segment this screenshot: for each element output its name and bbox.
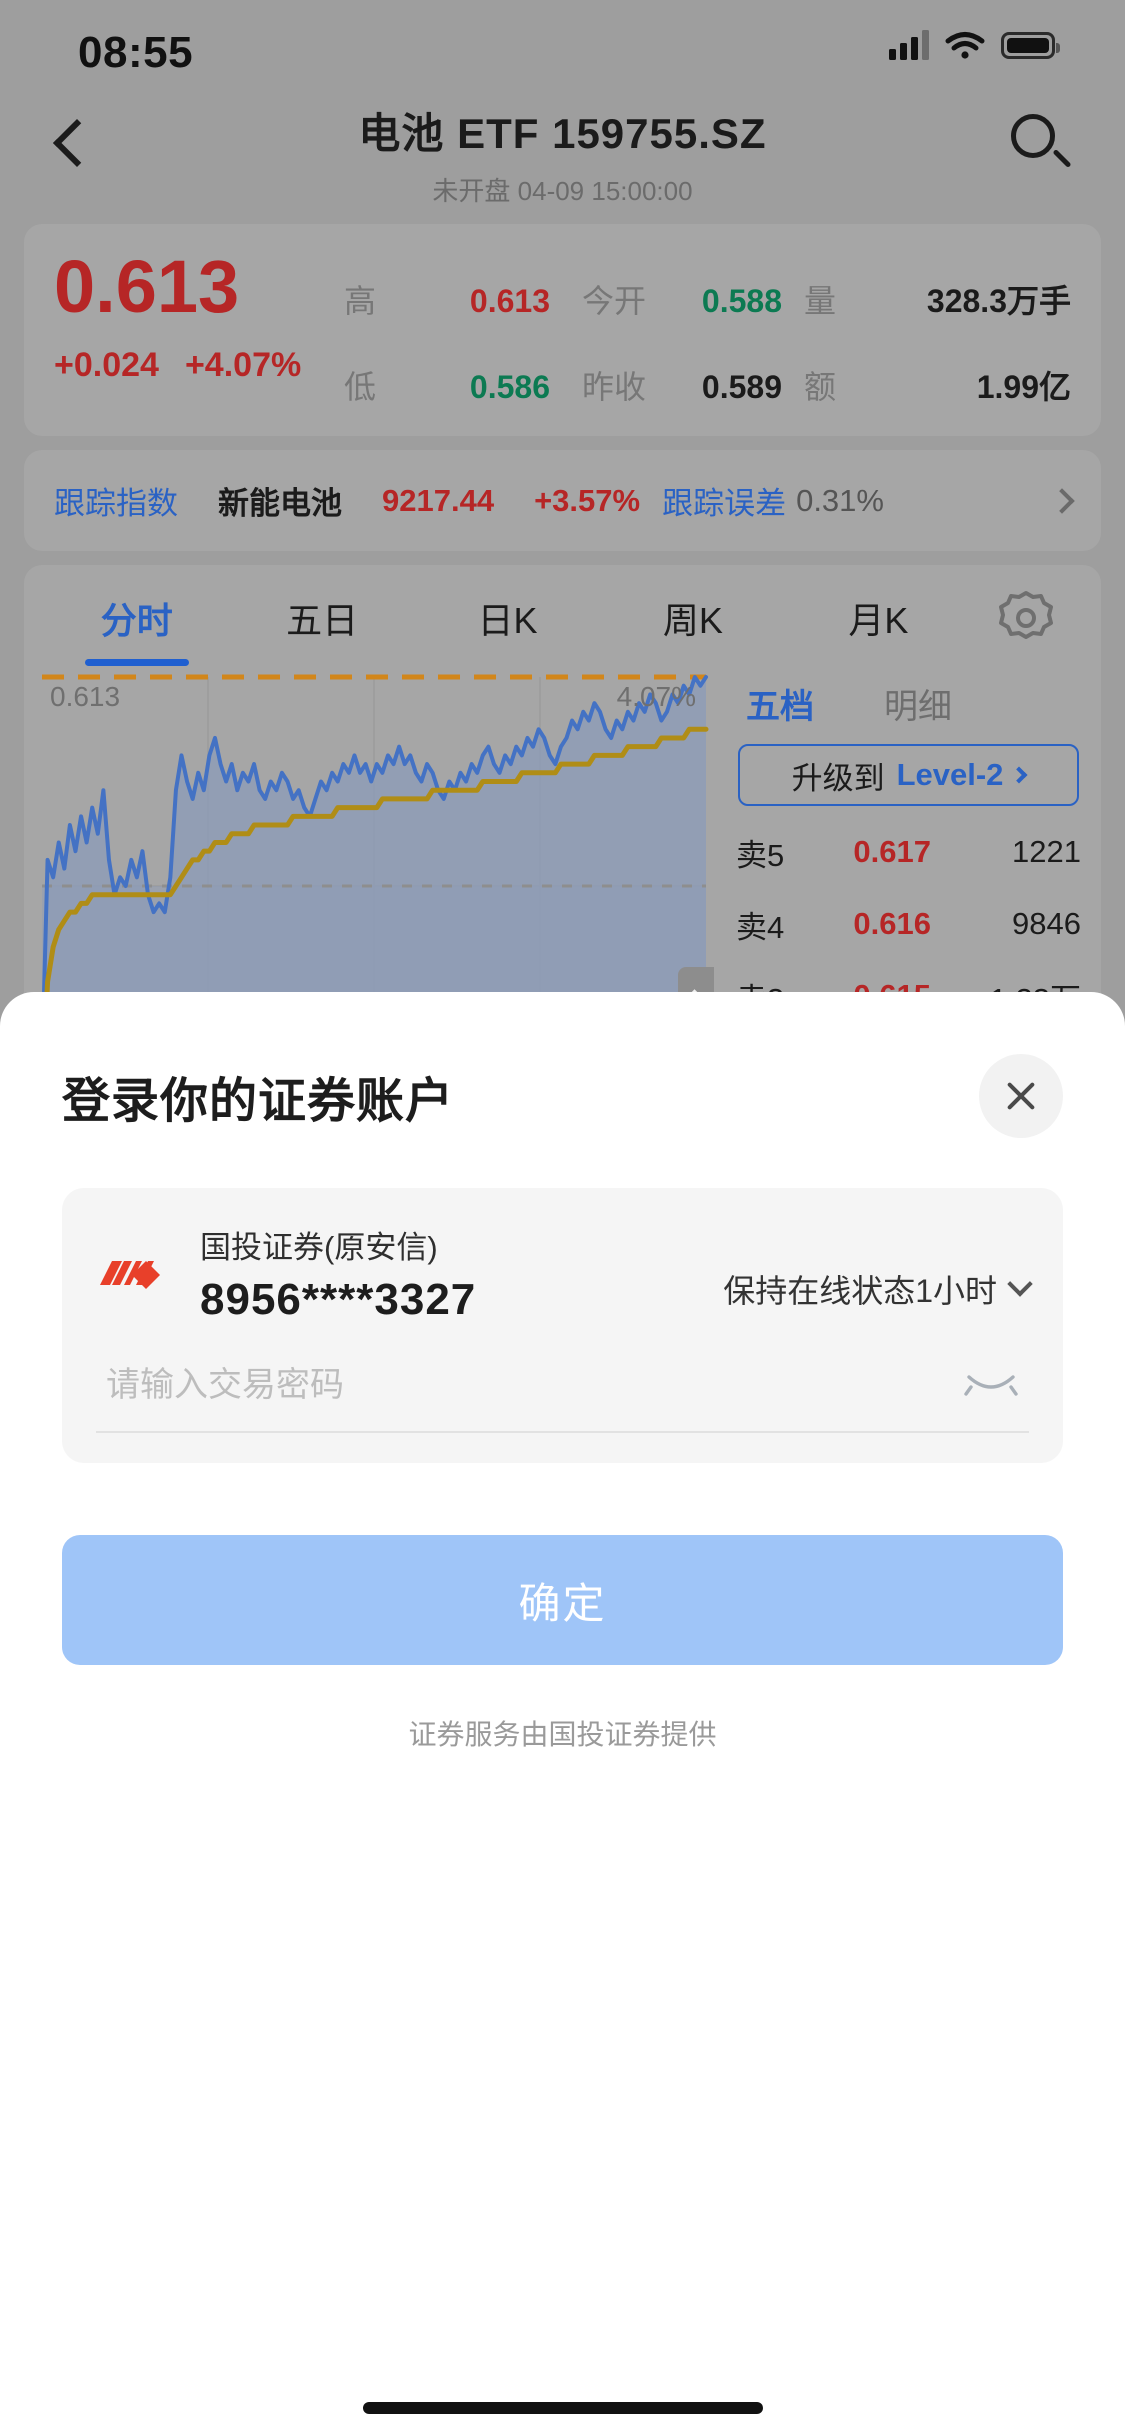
toggle-password-visibility-button[interactable]: [963, 1365, 1019, 1405]
service-footnote: 证券服务由国投证券提供: [408, 1719, 717, 1750]
broker-logo-icon: [96, 1235, 192, 1313]
password-input[interactable]: [106, 1365, 963, 1405]
home-indicator: [362, 2402, 763, 2414]
close-button[interactable]: [979, 1054, 1063, 1138]
keep-online-label: 保持在线状态1小时: [723, 1272, 997, 1309]
keep-online-selector[interactable]: 保持在线状态1小时: [723, 1236, 1033, 1312]
confirm-button[interactable]: 确定: [62, 1535, 1063, 1665]
broker-name: 国投证券(原安信): [200, 1230, 438, 1265]
eye-off-icon: [964, 1375, 1018, 1396]
password-row: [96, 1365, 1029, 1433]
account-info: 国投证券(原安信) 8956****3327: [200, 1222, 476, 1325]
login-sheet-header: 登录你的证券账户: [62, 992, 1063, 1138]
account-number: 8956****3327: [200, 1275, 477, 1324]
login-sheet: 登录你的证券账户 国投证券(原安信) 8956****3327 保持在线状态1小…: [0, 992, 1125, 2436]
account-card[interactable]: 国投证券(原安信) 8956****3327 保持在线状态1小时: [62, 1188, 1063, 1463]
login-sheet-title: 登录你的证券账户: [62, 1075, 455, 1128]
chevron-down-icon: [1007, 1270, 1033, 1297]
